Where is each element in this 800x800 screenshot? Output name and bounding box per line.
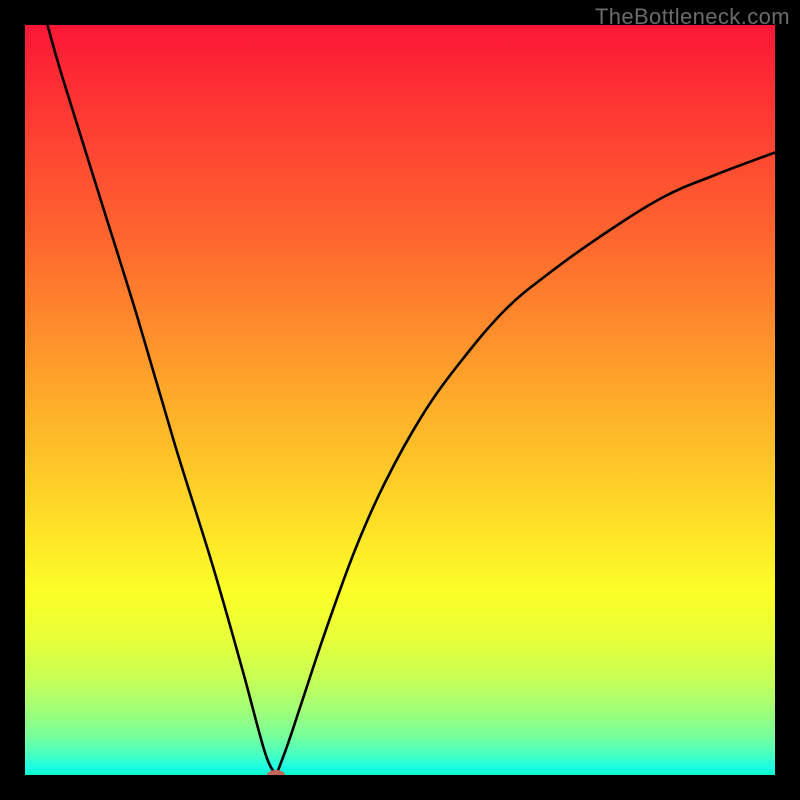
plot-area: [25, 25, 775, 775]
minimum-marker: [267, 770, 285, 775]
chart-frame: TheBottleneck.com: [0, 0, 800, 800]
left-branch-path: [48, 25, 277, 775]
watermark-text: TheBottleneck.com: [595, 4, 790, 30]
right-branch-path: [276, 153, 775, 776]
curve-layer: [25, 25, 775, 775]
